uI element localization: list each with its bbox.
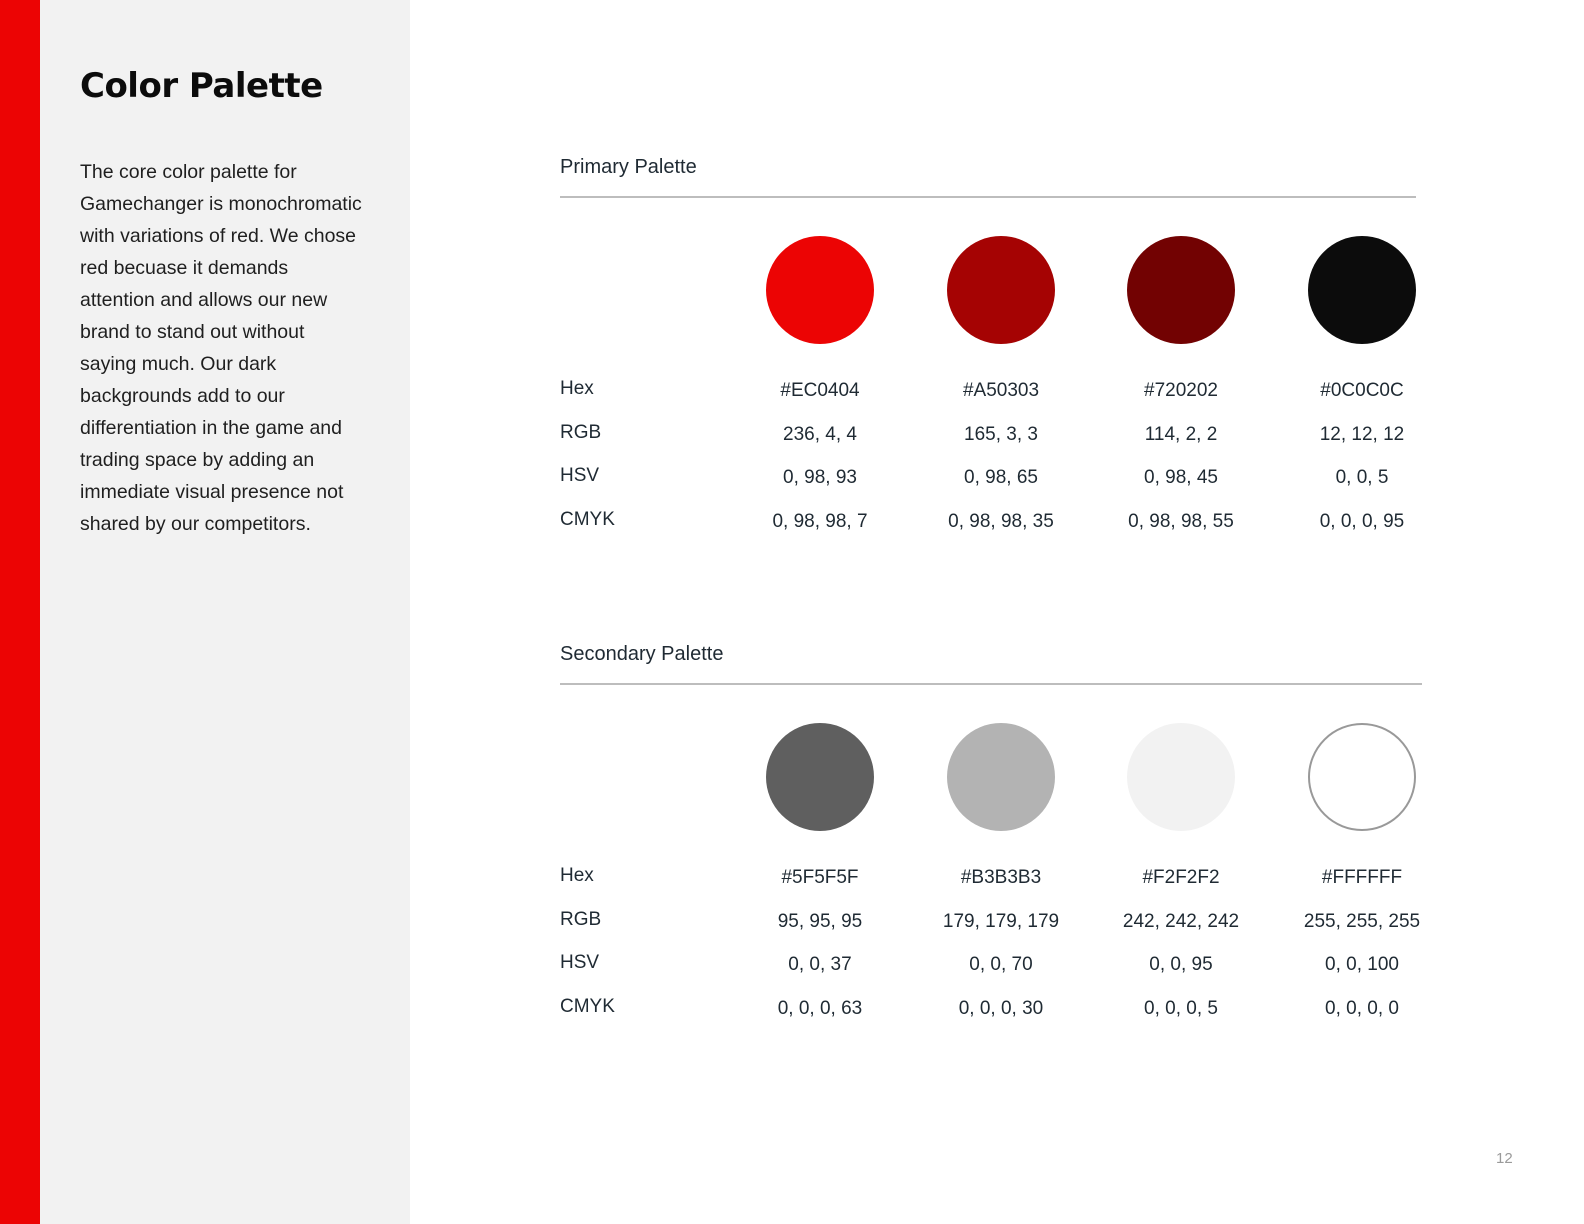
secondary-hsv-label: HSV [560,952,600,973]
secondary-swatch-2 [947,723,1055,831]
secondary-swatch-3 [1127,723,1235,831]
secondary-cmyk-3: 0, 0, 0, 5 [1144,998,1218,1019]
secondary-hex-4: #FFFFFF [1321,867,1403,888]
secondary-swatch-1 [766,723,874,831]
primary-cmyk-1: 0, 98, 98, 7 [772,511,868,532]
primary-hsv-4: 0, 0, 5 [1335,467,1389,488]
secondary-swatch-4 [1308,723,1416,831]
primary-rgb-1: 236, 4, 4 [783,424,857,445]
primary-rgb-4: 12, 12, 12 [1319,424,1405,445]
primary-hex-1: #EC0404 [780,380,860,401]
primary-hsv-label: HSV [560,465,600,486]
primary-cmyk-label: CMYK [560,509,615,530]
primary-cmyk-2: 0, 98, 98, 35 [948,511,1054,532]
secondary-hex-label: Hex [560,865,594,886]
secondary-hsv-1: 0, 0, 37 [788,954,852,975]
primary-swatch-1 [766,236,874,344]
primary-hex-3: #720202 [1144,380,1218,401]
primary-hsv-1: 0, 98, 93 [783,467,857,488]
primary-hsv-2: 0, 98, 65 [964,467,1038,488]
primary-hex-4: #0C0C0C [1320,380,1404,401]
secondary-rgb-2: 179, 179, 179 [942,911,1060,932]
secondary-hsv-3: 0, 0, 95 [1149,954,1213,975]
primary-rgb-label: RGB [560,422,602,443]
secondary-hsv-4: 0, 0, 100 [1325,954,1399,975]
secondary-hex-1: #5F5F5F [781,867,859,888]
secondary-rgb-4: 255, 255, 255 [1303,911,1421,932]
primary-hex-label: Hex [560,378,594,399]
secondary-cmyk-4: 0, 0, 0, 0 [1325,998,1399,1019]
secondary-rgb-3: 242, 242, 242 [1122,911,1240,932]
secondary-rgb-label: RGB [560,909,602,930]
intro-paragraph: The core color palette for Gamechanger i… [80,161,362,535]
page-title: Color Palette [80,66,323,106]
secondary-cmyk-label: CMYK [560,996,615,1017]
primary-rgb-2: 165, 3, 3 [964,424,1038,445]
secondary-hex-2: #B3B3B3 [960,867,1042,888]
secondary-hsv-2: 0, 0, 70 [969,954,1033,975]
secondary-rgb-1: 95, 95, 95 [777,911,863,932]
secondary-hex-3: #F2F2F2 [1142,867,1220,888]
primary-hex-2: #A50303 [962,380,1040,401]
primary-hsv-3: 0, 98, 45 [1144,467,1218,488]
secondary-cmyk-1: 0, 0, 0, 63 [777,998,863,1019]
primary-cmyk-4: 0, 0, 0, 95 [1319,511,1405,532]
accent-bar [0,0,40,1224]
primary-cmyk-3: 0, 98, 98, 55 [1128,511,1234,532]
primary-swatch-2 [947,236,1055,344]
primary-rgb-3: 114, 2, 2 [1144,424,1218,445]
secondary-cmyk-2: 0, 0, 0, 30 [958,998,1044,1019]
primary-palette-heading: Primary Palette [560,156,697,178]
primary-swatch-3 [1127,236,1235,344]
secondary-palette-heading: Secondary Palette [560,643,724,665]
primary-swatch-4 [1308,236,1416,344]
primary-divider [560,196,1416,198]
page-number: 12 [1496,1150,1513,1167]
secondary-divider [560,683,1422,685]
